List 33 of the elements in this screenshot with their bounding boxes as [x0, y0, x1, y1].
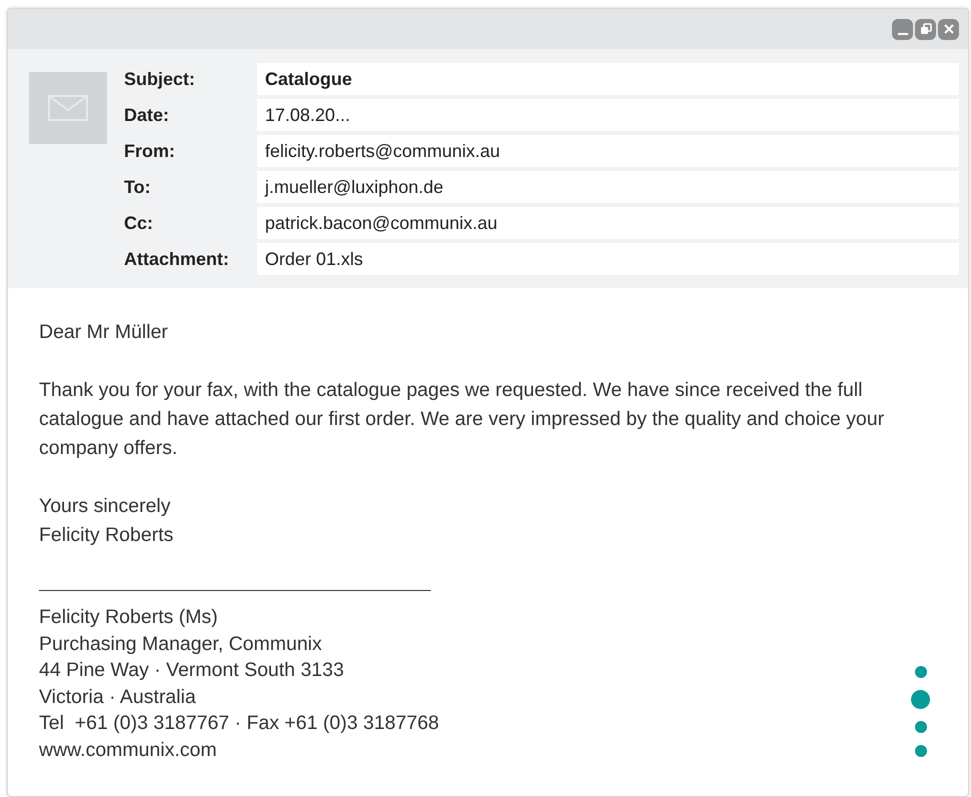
- minimize-icon: [898, 33, 908, 35]
- signature-line: Felicity Roberts (Ms): [39, 605, 218, 630]
- restore-button[interactable]: [915, 18, 936, 40]
- envelope-icon: [29, 72, 107, 144]
- restore-icon: [920, 23, 932, 35]
- field-label: From:: [124, 140, 176, 162]
- field-label: To:: [124, 176, 152, 198]
- greeting-text: Dear Mr Müller: [39, 320, 169, 345]
- page-dot[interactable]: [911, 690, 930, 709]
- signature-line: 44 Pine Way · Vermont South 3133: [39, 658, 344, 683]
- signature-line: Tel +61 (0)3 3187767 · Fax +61 (0)3 3187768: [39, 711, 440, 736]
- field-value: felicity.roberts@communix.au: [257, 135, 959, 167]
- signature-line: www.communix.com: [39, 738, 217, 762]
- page-dot[interactable]: [914, 745, 926, 757]
- field-label: Cc:: [124, 212, 154, 234]
- signature-line: Purchasing Manager, Communix: [39, 632, 322, 656]
- field-label: Attachment:: [124, 248, 230, 270]
- field-label: Date:: [124, 104, 170, 126]
- field-label: Subject:: [124, 68, 196, 90]
- field-value: 17.08.20...: [257, 99, 959, 131]
- closing-line: Felicity Roberts: [39, 523, 174, 548]
- closing-line: Yours sincerely: [39, 494, 172, 519]
- field-value: patrick.bacon@communix.au: [257, 207, 959, 239]
- minimize-button[interactable]: [892, 18, 913, 40]
- signature-line: Victoria · Australia: [39, 684, 196, 710]
- page-dot[interactable]: [914, 666, 926, 678]
- body-paragraph: Thank you for your fax, with the catalogue pages we requested. We have since received the full catalogue and have attached our first order. We are very impressed by the quality and choice your company offers.: [39, 378, 886, 461]
- close-button[interactable]: [938, 18, 959, 40]
- field-value: j.mueller@luxiphon.de: [257, 171, 959, 203]
- field-value: Order 01.xls: [257, 243, 959, 275]
- close-icon: [942, 23, 954, 35]
- page-dot[interactable]: [914, 721, 926, 733]
- field-value: Catalogue: [257, 63, 959, 95]
